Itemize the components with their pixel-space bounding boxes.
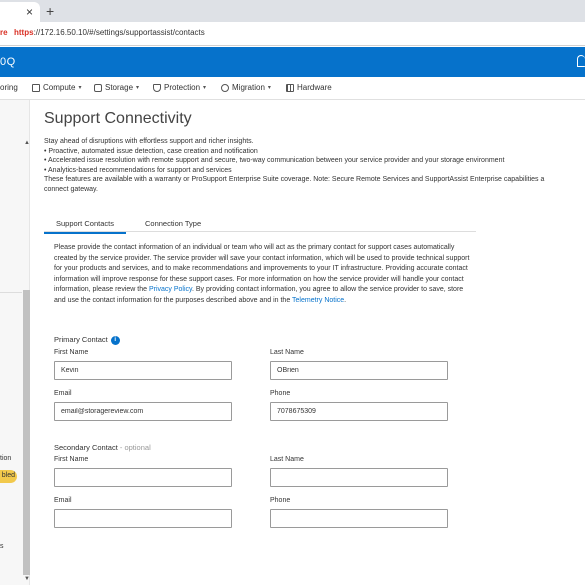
tab-bar: Support Contacts Connection Type: [44, 214, 476, 234]
nav-label: Migration: [232, 83, 265, 92]
secondary-phone-field[interactable]: [270, 509, 448, 528]
url-scheme: https: [14, 28, 34, 37]
email-label: Email: [54, 390, 72, 397]
secondary-email-field[interactable]: [54, 509, 232, 528]
tab-support-contacts[interactable]: Support Contacts: [44, 219, 126, 234]
description-text: .: [344, 296, 347, 304]
nav-label: Protection: [164, 83, 201, 92]
grid-icon: [286, 83, 294, 92]
tab-connection-type[interactable]: Connection Type: [145, 219, 201, 228]
address-bar[interactable]: re https://172.16.50.10/#/settings/suppo…: [0, 22, 585, 46]
phone-label: Phone: [270, 497, 291, 504]
last-name-label: Last Name: [270, 349, 304, 356]
intro-line: connect gateway.: [44, 185, 98, 193]
nav-item-protection[interactable]: Protection ▾: [153, 83, 206, 92]
secondary-last-name-field[interactable]: [270, 468, 448, 487]
nav-item-compute[interactable]: Compute ▾: [32, 83, 81, 92]
intro-line: Stay ahead of disruptions with effortles…: [44, 138, 254, 145]
sidebar-divider: [0, 292, 22, 293]
main-nav: oring Compute ▾ Storage ▾ Protection ▾ M…: [0, 78, 585, 100]
last-name-label: Last Name: [270, 456, 304, 463]
nav-item-monitoring[interactable]: oring: [0, 83, 18, 92]
status-badge: bled: [0, 470, 17, 483]
contact-description: Please provide the contact information o…: [54, 243, 476, 307]
intro-line: These features are available with a warr…: [44, 176, 545, 183]
primary-first-name-field[interactable]: [54, 361, 232, 380]
nav-item-hardware[interactable]: Hardware: [286, 83, 332, 92]
nav-label: Storage: [105, 83, 134, 92]
database-icon: [94, 83, 102, 92]
secondary-contact-heading: Secondary Contact - optional: [54, 443, 151, 452]
chevron-down-icon: ▾: [136, 85, 140, 91]
chevron-down-icon: ▾: [78, 85, 82, 91]
new-tab-button[interactable]: +: [46, 3, 54, 19]
secondary-first-name-field[interactable]: [54, 468, 232, 487]
page-title: Support Connectivity: [44, 110, 192, 127]
sidebar-scrollbar[interactable]: [23, 290, 30, 575]
info-icon[interactable]: i: [110, 335, 120, 345]
secondary-contact-label: Secondary Contact: [54, 443, 118, 452]
first-name-label: First Name: [54, 349, 89, 356]
nav-label: Hardware: [297, 83, 332, 92]
app-header: 0Q: [0, 47, 585, 77]
nav-item-storage[interactable]: Storage ▾: [94, 83, 139, 92]
browser-tab[interactable]: ×: [0, 2, 40, 22]
url-path: ://172.16.50.10/#/settings/supportassist…: [33, 28, 205, 37]
primary-contact-heading: Primary Contact i: [54, 335, 120, 345]
sidebar: ▲ tion bled s ▼: [0, 100, 30, 585]
main-content: Support Connectivity Stay ahead of disru…: [30, 100, 585, 585]
chevron-down-icon: ▾: [203, 85, 207, 91]
primary-contact-label: Primary Contact: [54, 335, 108, 344]
url-text[interactable]: https://172.16.50.10/#/settings/supporta…: [14, 28, 205, 37]
bell-icon[interactable]: [577, 55, 585, 67]
chevron-down-icon: ▾: [267, 85, 271, 91]
browser-tab-strip: × +: [0, 0, 585, 22]
nav-label: oring: [0, 83, 18, 92]
primary-phone-field[interactable]: [270, 402, 448, 421]
phone-label: Phone: [270, 390, 291, 397]
email-label: Email: [54, 497, 72, 504]
intro-line: • Proactive, automated issue detection, …: [44, 147, 258, 155]
primary-last-name-field[interactable]: [270, 361, 448, 380]
migration-icon: [221, 83, 229, 92]
sidebar-item-label[interactable]: tion: [0, 455, 11, 462]
shield-icon: [153, 83, 161, 92]
nav-label: Compute: [43, 83, 76, 92]
page-icon: [32, 83, 40, 92]
first-name-label: First Name: [54, 456, 89, 463]
primary-email-field[interactable]: [54, 402, 232, 421]
app-title: 0Q: [0, 56, 16, 68]
close-tab-icon[interactable]: ×: [26, 5, 33, 19]
sidebar-item-label[interactable]: s: [0, 543, 4, 550]
nav-item-migration[interactable]: Migration ▾: [221, 83, 271, 92]
intro-line: • Accelerated issue resolution with remo…: [44, 157, 505, 164]
intro-text: Stay ahead of disruptions with effortles…: [44, 137, 585, 194]
optional-hint: - optional: [117, 443, 151, 452]
security-indicator[interactable]: re: [0, 28, 8, 37]
privacy-policy-link[interactable]: Privacy Policy: [149, 286, 192, 293]
intro-line: • Analytics-based recommendations for su…: [44, 166, 232, 174]
telemetry-notice-link[interactable]: Telemetry Notice: [292, 297, 344, 304]
